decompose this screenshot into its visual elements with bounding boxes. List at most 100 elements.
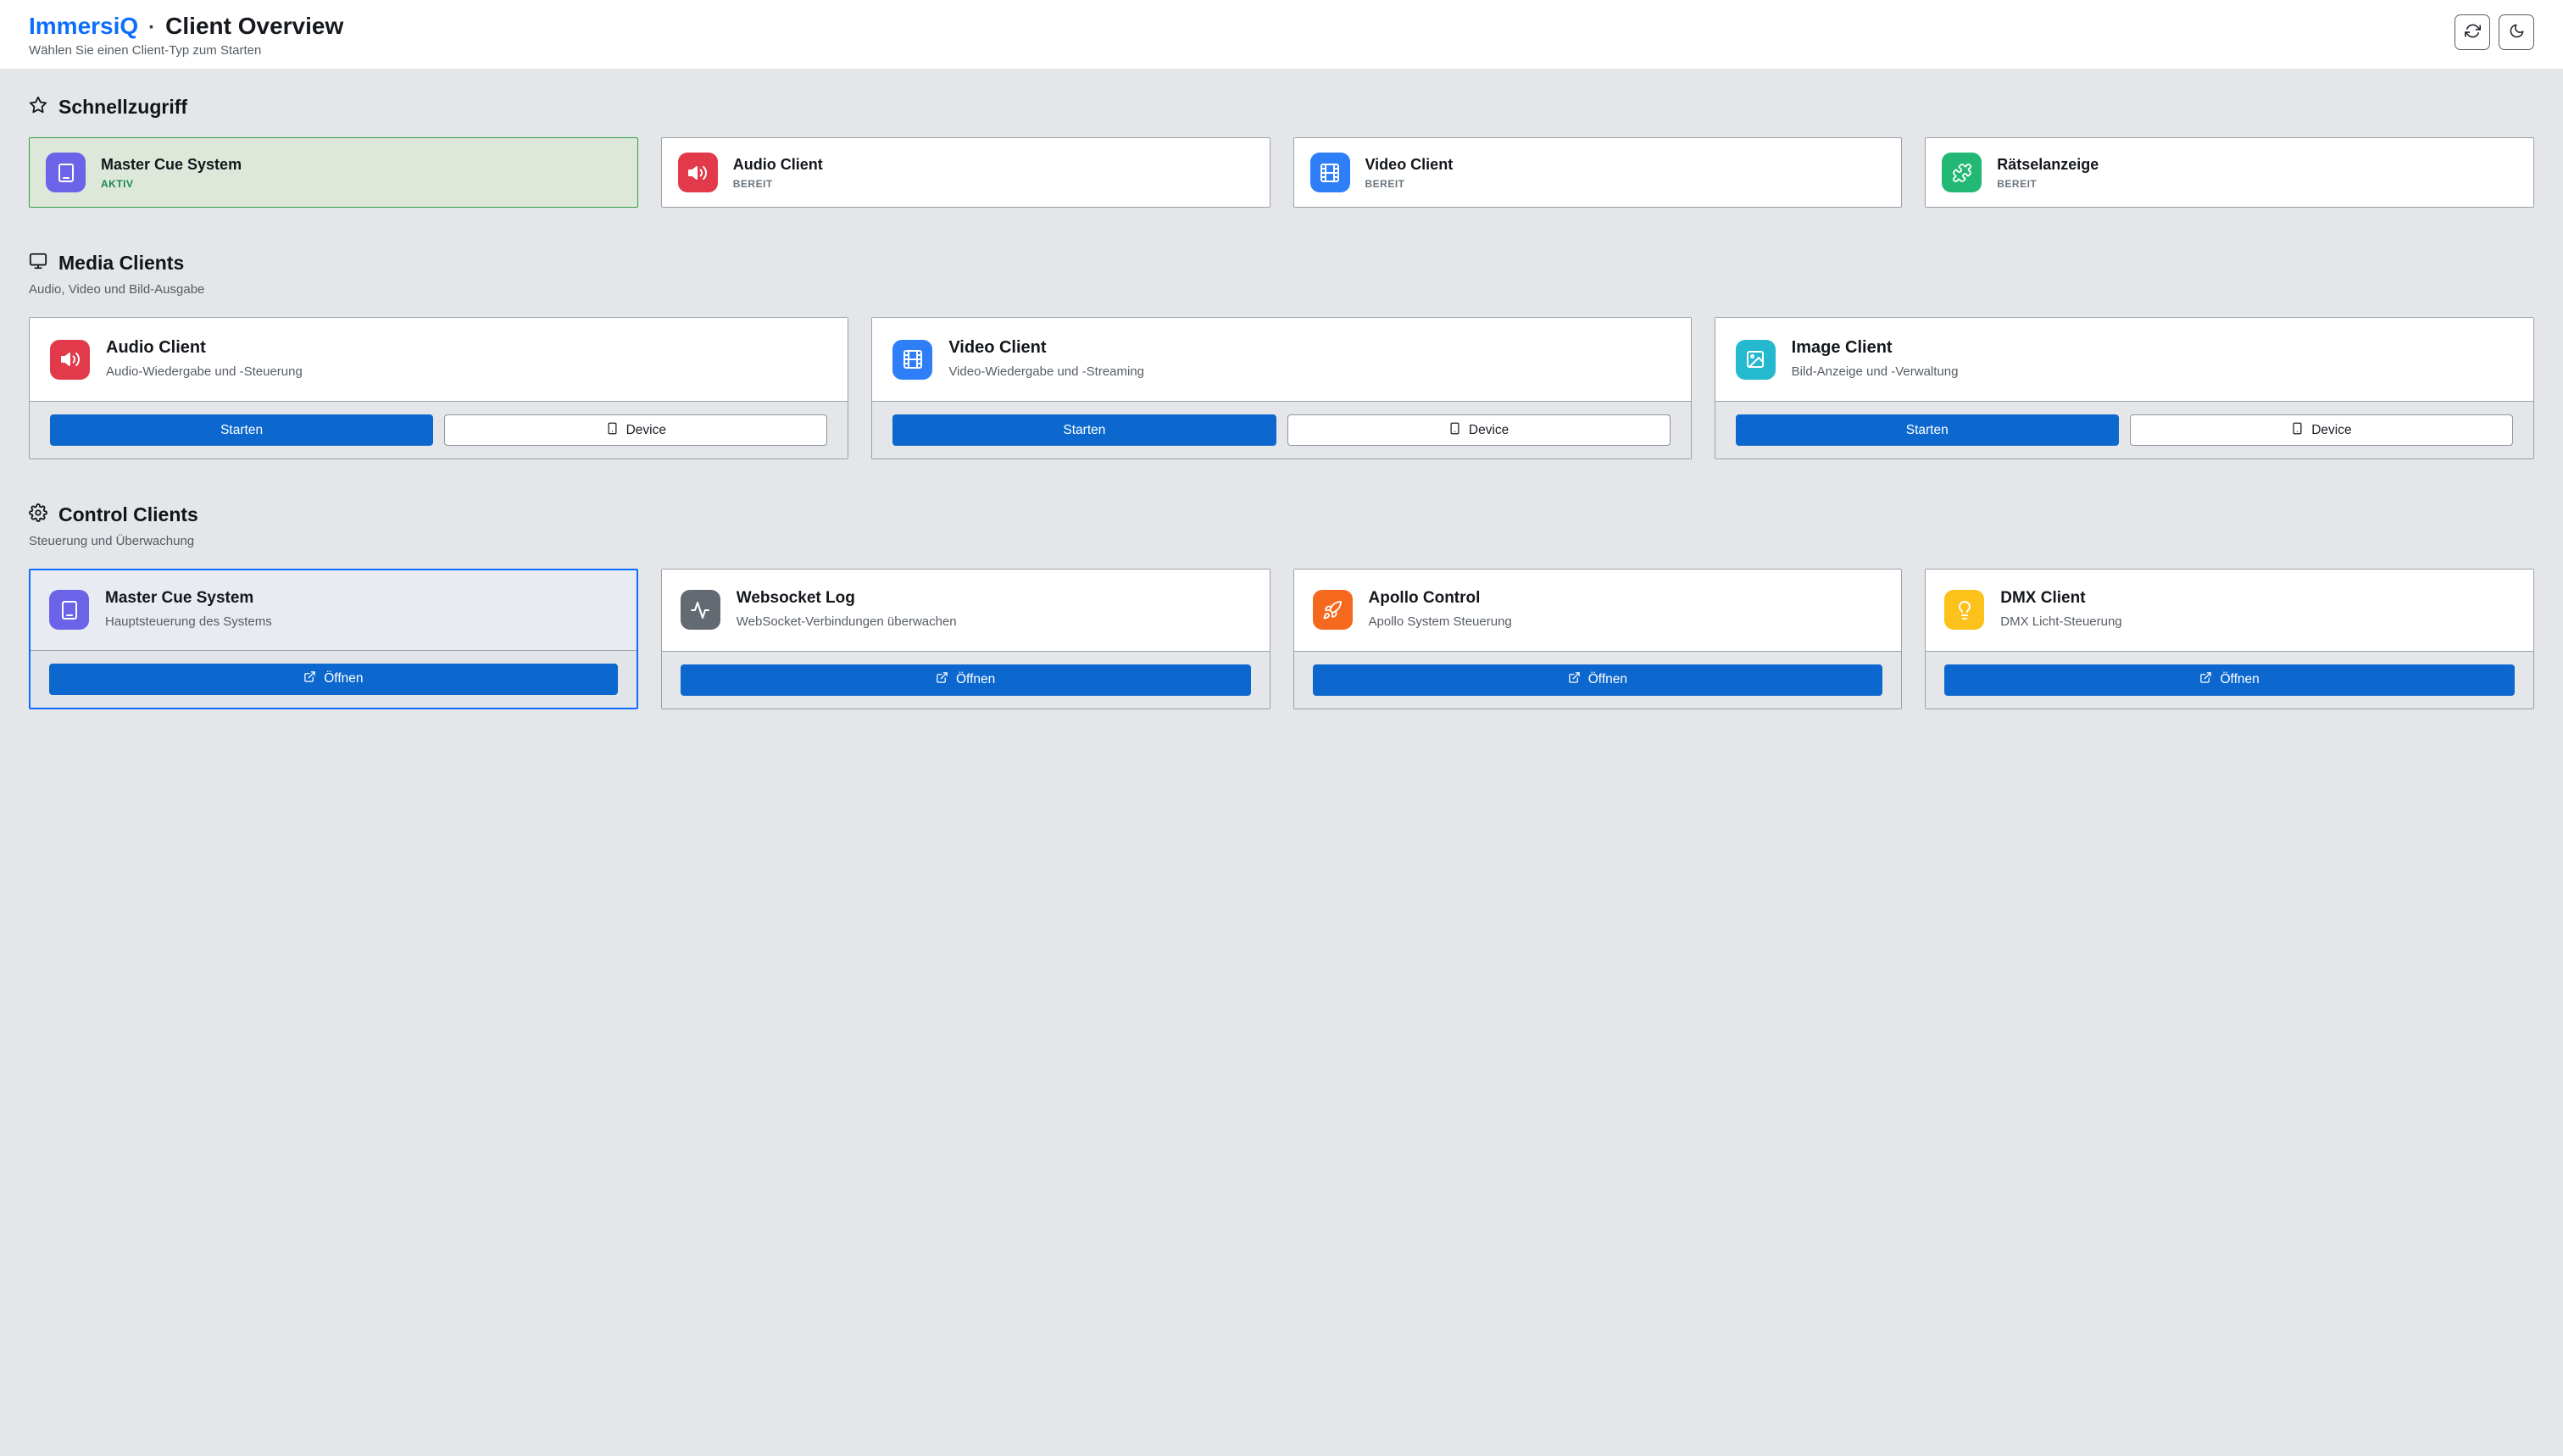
smartphone-icon <box>1448 422 1461 439</box>
open-button[interactable]: Öffnen <box>1313 664 1883 696</box>
control-clients-subtitle: Steuerung und Überwachung <box>29 534 2534 548</box>
status-badge: BEREIT <box>733 178 823 190</box>
star-icon <box>29 96 47 119</box>
tablet-icon <box>46 153 86 192</box>
media-clients-subtitle: Audio, Video und Bild-Ausgabe <box>29 282 2534 297</box>
media-card-title: Video Client <box>948 338 1144 358</box>
quick-card-audio[interactable]: Audio Client BEREIT <box>661 137 1270 208</box>
tablet-icon <box>49 590 89 630</box>
smartphone-icon <box>2291 422 2304 439</box>
header-titles: ImmersiQ · Client Overview Wählen Sie ei… <box>29 13 343 58</box>
media-clients-title: Media Clients <box>58 252 184 275</box>
image-icon <box>1736 340 1776 380</box>
quick-card-text: Master Cue System AKTIV <box>101 156 242 190</box>
quick-card-text: Rätselanzeige BEREIT <box>1997 156 2099 190</box>
start-button-label: Starten <box>220 423 263 438</box>
quick-card-video[interactable]: Video Client BEREIT <box>1293 137 1903 208</box>
app-header: ImmersiQ · Client Overview Wählen Sie ei… <box>0 0 2563 69</box>
media-clients-grid: Audio Client Audio-Wiedergabe und -Steue… <box>29 317 2534 459</box>
control-card-subtitle: DMX Licht-Steuerung <box>2000 614 2121 631</box>
control-card-master-cue: Master Cue System Hauptsteuerung des Sys… <box>29 569 638 709</box>
device-button-label: Device <box>626 423 666 438</box>
film-icon <box>892 340 932 380</box>
open-button[interactable]: Öffnen <box>681 664 1251 696</box>
activity-icon <box>681 590 720 630</box>
brand-logo: ImmersiQ <box>29 13 138 40</box>
external-link-icon <box>1568 671 1581 688</box>
media-card-audio: Audio Client Audio-Wiedergabe und -Steue… <box>29 317 848 459</box>
control-card-text: DMX Client DMX Licht-Steuerung <box>2000 589 2121 631</box>
brand-separator: · <box>148 16 155 40</box>
header-actions <box>2455 13 2534 50</box>
open-button-label: Öffnen <box>324 671 363 686</box>
moon-icon <box>2509 23 2525 42</box>
dark-mode-button[interactable] <box>2499 14 2534 50</box>
page-subtitle: Wählen Sie einen Client-Typ zum Starten <box>29 43 343 58</box>
control-clients-grid: Master Cue System Hauptsteuerung des Sys… <box>29 569 2534 709</box>
control-card-title: Websocket Log <box>737 589 957 608</box>
control-card-dmx: DMX Client DMX Licht-Steuerung Öffnen <box>1925 569 2534 709</box>
film-icon <box>1310 153 1350 192</box>
control-card-text: Websocket Log WebSocket-Verbindungen übe… <box>737 589 957 631</box>
device-button[interactable]: Device <box>2130 414 2513 446</box>
smartphone-icon <box>606 422 619 439</box>
gear-icon <box>29 503 47 526</box>
refresh-icon <box>2465 23 2481 42</box>
quick-access-grid: Master Cue System AKTIV Audio Client BER… <box>29 137 2534 208</box>
quick-access-title: Schnellzugriff <box>58 96 187 119</box>
media-card-subtitle: Audio-Wiedergabe und -Steuerung <box>106 364 303 381</box>
media-card-image: Image Client Bild-Anzeige und -Verwaltun… <box>1715 317 2534 459</box>
external-link-icon <box>303 670 316 687</box>
control-card-text: Master Cue System Hauptsteuerung des Sys… <box>105 589 272 631</box>
open-button-label: Öffnen <box>2220 672 2259 687</box>
open-button[interactable]: Öffnen <box>1944 664 2515 696</box>
control-card-subtitle: Hauptsteuerung des Systems <box>105 614 272 631</box>
monitor-icon <box>29 252 47 275</box>
start-button[interactable]: Starten <box>50 414 433 446</box>
lightbulb-icon <box>1944 590 1984 630</box>
page-title: Client Overview <box>165 13 343 40</box>
external-link-icon <box>936 671 948 688</box>
media-card-text: Video Client Video-Wiedergabe und -Strea… <box>948 338 1144 381</box>
media-card-title: Audio Client <box>106 338 303 358</box>
start-button[interactable]: Starten <box>1736 414 2119 446</box>
quick-card-text: Audio Client BEREIT <box>733 156 823 190</box>
control-card-text: Apollo Control Apollo System Steuerung <box>1369 589 1512 631</box>
device-button[interactable]: Device <box>444 414 827 446</box>
device-button[interactable]: Device <box>1287 414 1671 446</box>
speaker-icon <box>678 153 718 192</box>
control-card-subtitle: Apollo System Steuerung <box>1369 614 1512 631</box>
section-quick-access: Schnellzugriff Master Cue System AKTIV A… <box>29 96 2534 208</box>
start-button-label: Starten <box>1063 423 1105 438</box>
start-button-label: Starten <box>1906 423 1949 438</box>
control-card-apollo: Apollo Control Apollo System Steuerung Ö… <box>1293 569 1903 709</box>
quick-card-master-cue[interactable]: Master Cue System AKTIV <box>29 137 638 208</box>
quick-card-raetselanzeige[interactable]: Rätselanzeige BEREIT <box>1925 137 2534 208</box>
control-card-title: Apollo Control <box>1369 589 1512 608</box>
rocket-icon <box>1313 590 1353 630</box>
control-clients-title: Control Clients <box>58 503 198 526</box>
speaker-icon <box>50 340 90 380</box>
open-button[interactable]: Öffnen <box>49 664 618 695</box>
refresh-button[interactable] <box>2455 14 2490 50</box>
media-card-text: Audio Client Audio-Wiedergabe und -Steue… <box>106 338 303 381</box>
status-badge: BEREIT <box>1997 178 2099 190</box>
quick-card-title: Master Cue System <box>101 156 242 174</box>
media-card-subtitle: Bild-Anzeige und -Verwaltung <box>1792 364 1959 381</box>
section-media-clients: Media Clients Audio, Video und Bild-Ausg… <box>29 252 2534 459</box>
device-button-label: Device <box>2311 423 2351 438</box>
puzzle-icon <box>1942 153 1982 192</box>
quick-card-title: Video Client <box>1365 156 1454 174</box>
media-card-subtitle: Video-Wiedergabe und -Streaming <box>948 364 1144 381</box>
status-badge: BEREIT <box>1365 178 1454 190</box>
external-link-icon <box>2199 671 2212 688</box>
media-card-title: Image Client <box>1792 338 1959 358</box>
control-card-subtitle: WebSocket-Verbindungen überwachen <box>737 614 957 631</box>
main-content: Schnellzugriff Master Cue System AKTIV A… <box>0 69 2563 743</box>
quick-card-title: Rätselanzeige <box>1997 156 2099 174</box>
quick-card-title: Audio Client <box>733 156 823 174</box>
media-card-video: Video Client Video-Wiedergabe und -Strea… <box>871 317 1691 459</box>
section-control-clients: Control Clients Steuerung und Überwachun… <box>29 503 2534 709</box>
start-button[interactable]: Starten <box>892 414 1276 446</box>
open-button-label: Öffnen <box>956 672 995 687</box>
